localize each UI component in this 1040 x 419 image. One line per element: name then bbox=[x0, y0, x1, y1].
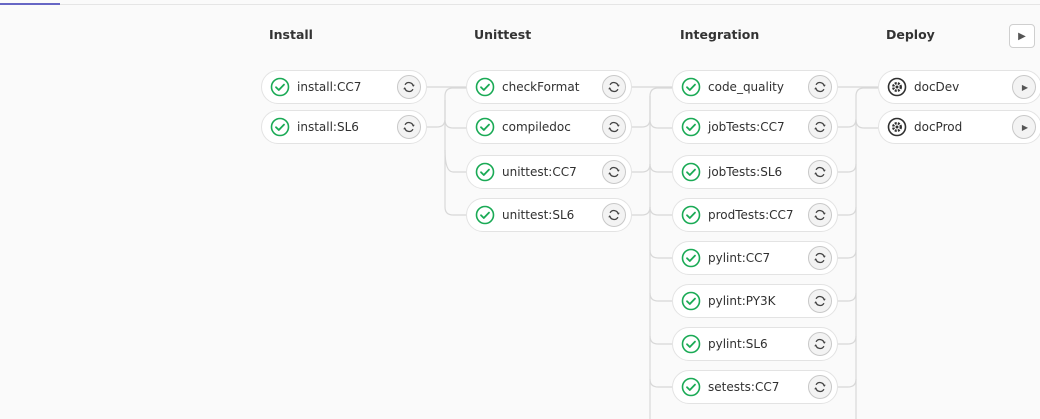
job-pylint-sl6[interactable]: pylint:SL6 bbox=[672, 327, 838, 361]
retry-button[interactable] bbox=[808, 246, 832, 270]
retry-button[interactable] bbox=[602, 160, 626, 184]
job-jobtests-cc7[interactable]: jobTests:CC7 bbox=[672, 110, 838, 144]
retry-icon bbox=[608, 121, 620, 133]
job-name: docProd bbox=[914, 120, 963, 134]
retry-button[interactable] bbox=[602, 115, 626, 139]
check-circle-icon bbox=[681, 291, 701, 311]
deploy-stage-play-button[interactable]: ▶ bbox=[1009, 24, 1035, 48]
job-name: jobTests:SL6 bbox=[708, 165, 783, 179]
job-name: checkFormat bbox=[502, 80, 580, 94]
job-setests-cc7[interactable]: setests:CC7 bbox=[672, 370, 838, 404]
active-tab-indicator bbox=[0, 3, 60, 5]
job-name: pylint:SL6 bbox=[708, 337, 768, 351]
check-circle-icon bbox=[681, 117, 701, 137]
job-docprod[interactable]: docProd ▶ bbox=[878, 110, 1040, 144]
retry-icon bbox=[403, 81, 415, 93]
retry-icon bbox=[814, 121, 826, 133]
job-name: jobTests:CC7 bbox=[708, 120, 785, 134]
job-name: install:SL6 bbox=[297, 120, 359, 134]
check-circle-icon bbox=[681, 77, 701, 97]
job-name: install:CC7 bbox=[297, 80, 362, 94]
job-name: docDev bbox=[914, 80, 960, 94]
check-circle-icon bbox=[475, 117, 495, 137]
check-circle-icon bbox=[681, 162, 701, 182]
retry-icon bbox=[403, 121, 415, 133]
retry-button[interactable] bbox=[808, 115, 832, 139]
retry-button[interactable] bbox=[602, 75, 626, 99]
gear-icon bbox=[887, 117, 907, 137]
check-circle-icon bbox=[475, 162, 495, 182]
retry-button[interactable] bbox=[602, 203, 626, 227]
retry-icon bbox=[608, 209, 620, 221]
check-circle-icon bbox=[681, 205, 701, 225]
job-name: code_quality bbox=[708, 80, 784, 94]
job-docdev[interactable]: docDev ▶ bbox=[878, 70, 1040, 104]
job-unittest-sl6[interactable]: unittest:SL6 bbox=[466, 198, 632, 232]
retry-icon bbox=[814, 338, 826, 350]
stage-title-unittest: Unittest bbox=[474, 27, 532, 42]
play-icon: ▶ bbox=[1021, 122, 1029, 132]
check-circle-icon bbox=[475, 77, 495, 97]
check-circle-icon bbox=[681, 334, 701, 354]
job-name: setests:CC7 bbox=[708, 380, 780, 394]
play-button[interactable]: ▶ bbox=[1012, 75, 1036, 99]
stage-title-install: Install bbox=[269, 27, 313, 42]
retry-button[interactable] bbox=[808, 332, 832, 356]
job-name: pylint:PY3K bbox=[708, 294, 776, 308]
retry-button[interactable] bbox=[808, 203, 832, 227]
job-jobtests-sl6[interactable]: jobTests:SL6 bbox=[672, 155, 838, 189]
job-checkformat[interactable]: checkFormat bbox=[466, 70, 632, 104]
stage-title-integration: Integration bbox=[680, 27, 760, 42]
retry-icon bbox=[814, 381, 826, 393]
job-name: unittest:SL6 bbox=[502, 208, 575, 222]
job-prodtests-cc7[interactable]: prodTests:CC7 bbox=[672, 198, 838, 232]
job-pylint-cc7[interactable]: pylint:CC7 bbox=[672, 241, 838, 275]
job-code-quality[interactable]: code_quality bbox=[672, 70, 838, 104]
retry-button[interactable] bbox=[397, 75, 421, 99]
check-circle-icon bbox=[681, 248, 701, 268]
job-name: prodTests:CC7 bbox=[708, 208, 794, 222]
job-name: pylint:CC7 bbox=[708, 251, 771, 265]
check-circle-icon bbox=[475, 205, 495, 225]
check-circle-icon bbox=[270, 117, 290, 137]
retry-icon bbox=[814, 166, 826, 178]
play-icon: ▶ bbox=[1018, 30, 1026, 42]
gear-icon bbox=[887, 77, 907, 97]
retry-button[interactable] bbox=[808, 375, 832, 399]
retry-button[interactable] bbox=[808, 75, 832, 99]
retry-button[interactable] bbox=[808, 160, 832, 184]
retry-button[interactable] bbox=[808, 289, 832, 313]
retry-icon bbox=[814, 81, 826, 93]
retry-button[interactable] bbox=[397, 115, 421, 139]
retry-icon bbox=[608, 81, 620, 93]
job-install-cc7[interactable]: install:CC7 bbox=[261, 70, 427, 104]
play-icon: ▶ bbox=[1021, 82, 1029, 92]
job-compiledoc[interactable]: compiledoc bbox=[466, 110, 632, 144]
play-button[interactable]: ▶ bbox=[1012, 115, 1036, 139]
job-unittest-cc7[interactable]: unittest:CC7 bbox=[466, 155, 632, 189]
job-name: unittest:CC7 bbox=[502, 165, 577, 179]
stage-title-deploy: Deploy bbox=[886, 27, 935, 42]
job-pylint-py3k[interactable]: pylint:PY3K bbox=[672, 284, 838, 318]
retry-icon bbox=[814, 252, 826, 264]
retry-icon bbox=[814, 295, 826, 307]
retry-icon bbox=[608, 166, 620, 178]
check-circle-icon bbox=[681, 377, 701, 397]
top-divider bbox=[0, 4, 1040, 5]
retry-icon bbox=[814, 209, 826, 221]
job-install-sl6[interactable]: install:SL6 bbox=[261, 110, 427, 144]
job-name: compiledoc bbox=[502, 120, 571, 134]
check-circle-icon bbox=[270, 77, 290, 97]
